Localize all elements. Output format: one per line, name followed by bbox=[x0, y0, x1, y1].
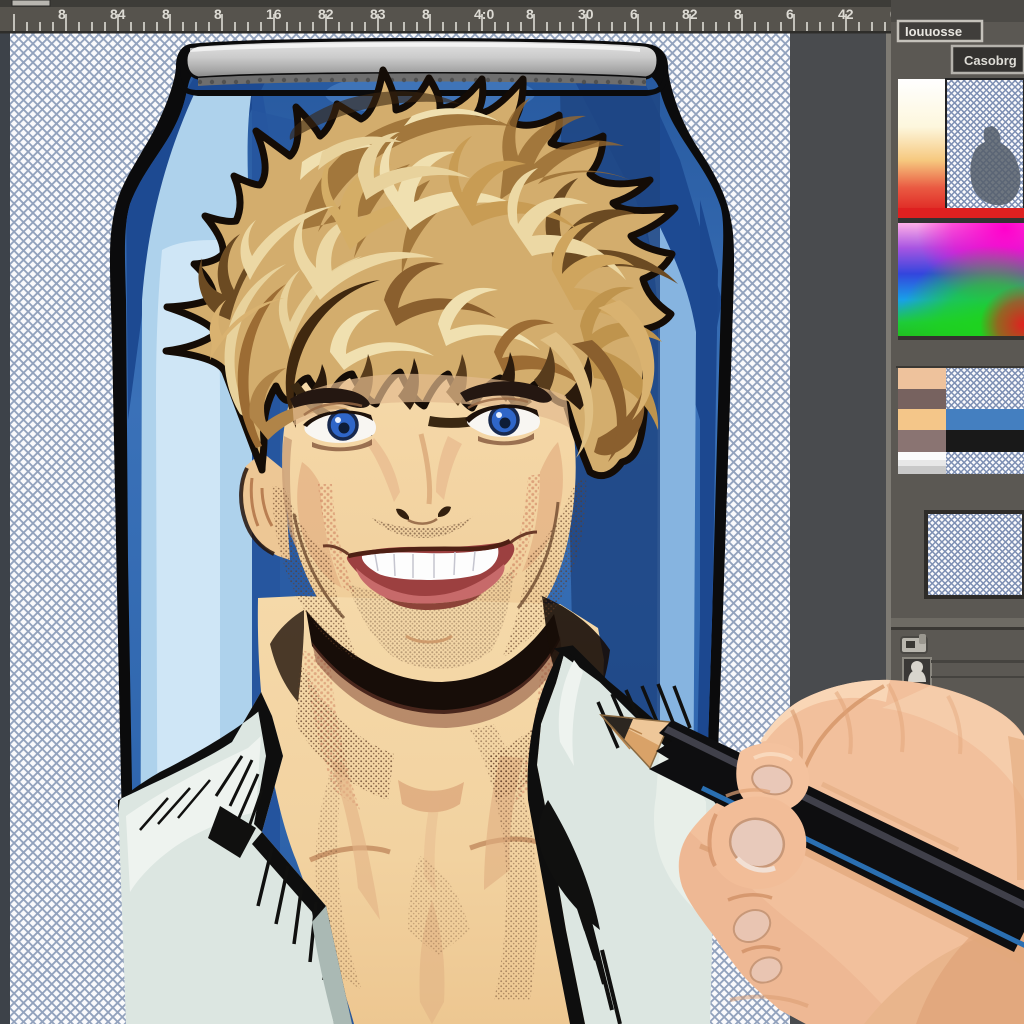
svg-text:82: 82 bbox=[682, 6, 698, 22]
svg-text:30: 30 bbox=[578, 6, 594, 22]
svg-text:4:0: 4:0 bbox=[474, 6, 494, 22]
svg-text:6: 6 bbox=[630, 6, 638, 22]
svg-text:82: 82 bbox=[318, 6, 334, 22]
svg-text:6: 6 bbox=[786, 6, 794, 22]
svg-text:Iouuosse: Iouuosse bbox=[905, 24, 962, 39]
svg-text:Casobrg: Casobrg bbox=[964, 53, 1017, 68]
svg-text:8: 8 bbox=[734, 6, 742, 22]
svg-text:8: 8 bbox=[526, 6, 534, 22]
svg-text:8: 8 bbox=[58, 6, 66, 22]
svg-text:8: 8 bbox=[214, 6, 222, 22]
svg-text:83: 83 bbox=[370, 6, 386, 22]
svg-text:8: 8 bbox=[422, 6, 430, 22]
svg-text:42: 42 bbox=[838, 6, 854, 22]
svg-text:16: 16 bbox=[266, 6, 282, 22]
svg-text:84: 84 bbox=[110, 6, 126, 22]
svg-text:8: 8 bbox=[162, 6, 170, 22]
